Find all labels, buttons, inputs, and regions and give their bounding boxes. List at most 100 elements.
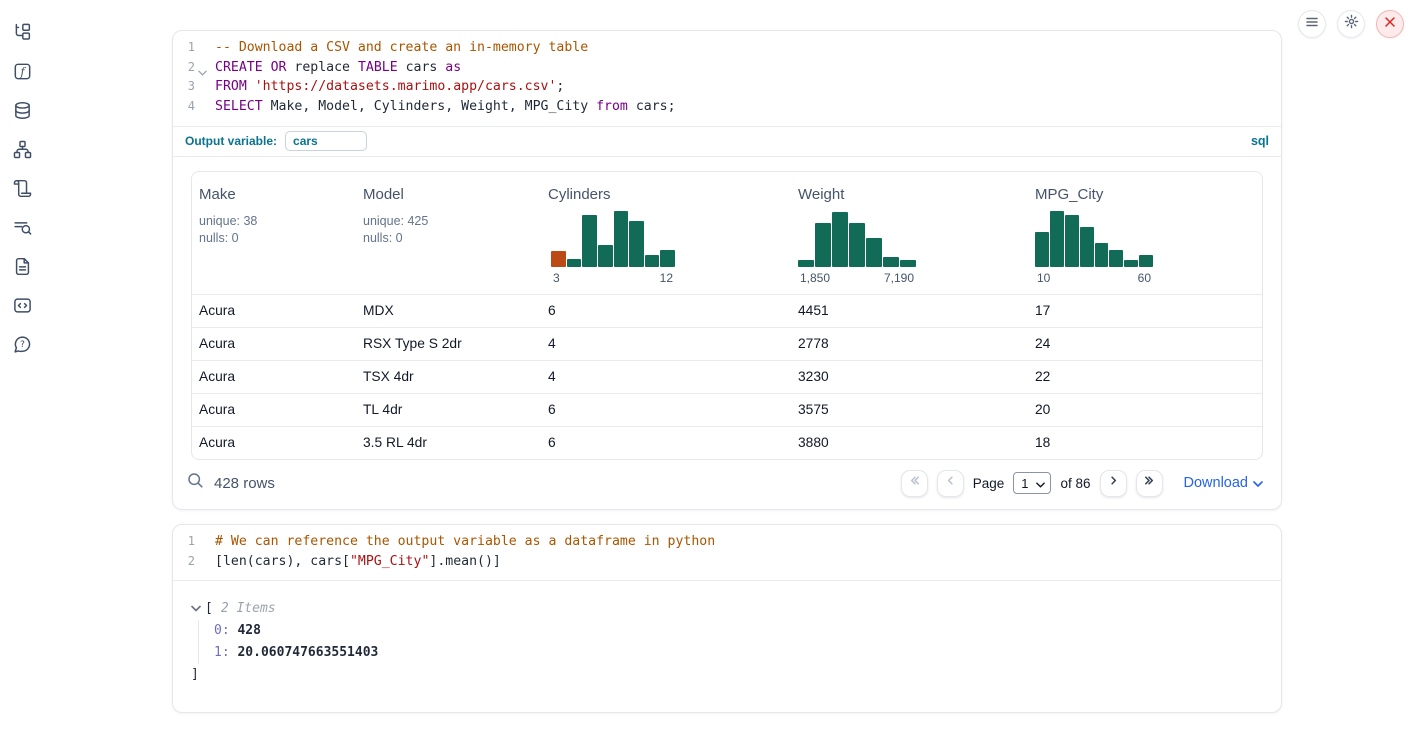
file-tree-icon[interactable] (11, 21, 33, 43)
close-icon (1384, 15, 1396, 33)
histogram-bar (614, 211, 629, 267)
table-cell: 18 (1028, 427, 1262, 459)
python-code-editor[interactable]: 1# We can reference the output variable … (173, 525, 1281, 581)
histogram-bar (1124, 260, 1138, 267)
scratchpad-icon[interactable] (11, 177, 33, 199)
table-row[interactable]: AcuraRSX Type S 2dr4277824 (192, 327, 1262, 360)
column-header-mpg-city[interactable]: MPG_City 10 60 (1028, 172, 1262, 285)
table-cell: Acura (192, 361, 356, 393)
tree-entry-key: 1: (214, 645, 230, 660)
data-table: Make unique: 38 nulls: 0 Model unique: 4… (191, 171, 1263, 460)
gear-icon (1344, 14, 1359, 34)
table-row[interactable]: AcuraTSX 4dr4323022 (192, 360, 1262, 393)
histogram-bar (900, 260, 916, 267)
help-icon[interactable]: ? (11, 333, 33, 355)
first-page-button[interactable] (901, 470, 928, 497)
histogram-bar (1080, 227, 1094, 267)
histogram-bar (660, 250, 675, 267)
histogram-bar (832, 212, 848, 267)
page-select-value: 1 (1021, 476, 1028, 491)
notebook: 1-- Download a CSV and create an in-memo… (172, 30, 1282, 727)
histogram-bar (551, 251, 566, 267)
tree-entry-key: 0: (214, 623, 230, 638)
table-search[interactable]: 428 rows (187, 472, 275, 494)
menu-button[interactable] (1298, 10, 1326, 38)
last-page-button[interactable] (1136, 470, 1163, 497)
tree-entry[interactable]: 1: 20.060747663551403 (214, 642, 1263, 664)
histogram-bar (866, 238, 882, 267)
column-header-model[interactable]: Model unique: 425 nulls: 0 (356, 172, 541, 285)
column-header-make[interactable]: Make unique: 38 nulls: 0 (192, 172, 356, 285)
svg-text:f: f (19, 65, 26, 78)
histogram-bar (645, 255, 660, 267)
logs-icon[interactable] (11, 216, 33, 238)
table-cell: 3230 (791, 361, 1028, 393)
table-row[interactable]: Acura3.5 RL 4dr6388018 (192, 426, 1262, 459)
sql-cell: 1-- Download a CSV and create an in-memo… (172, 30, 1282, 510)
chevrons-right-icon (1143, 474, 1156, 492)
table-footer: 428 rows Page 1 of 86 (173, 460, 1281, 509)
tree-entry[interactable]: 0: 428 (214, 620, 1263, 642)
language-badge[interactable]: sql (1251, 134, 1269, 148)
page-select[interactable]: 1 (1013, 472, 1051, 494)
table-cell: TSX 4dr (356, 361, 541, 393)
mpg-city-histogram: 10 60 (1035, 211, 1153, 285)
table-cell: 6 (541, 295, 791, 327)
chevron-right-icon (1107, 474, 1120, 492)
tree-close-bracket: ] (191, 664, 1263, 686)
chevron-left-icon (944, 474, 957, 492)
code-line: 3FROM 'https://datasets.marimo.app/cars.… (173, 77, 1269, 97)
table-header: Make unique: 38 nulls: 0 Model unique: 4… (192, 172, 1262, 294)
dependencies-icon[interactable] (11, 138, 33, 160)
column-title: Make (199, 186, 356, 203)
chevron-down-icon (1036, 476, 1045, 491)
python-cell: 1# We can reference the output variable … (172, 524, 1282, 713)
prev-page-button[interactable] (937, 470, 964, 497)
page-total-label: of 86 (1060, 476, 1090, 491)
next-page-button[interactable] (1100, 470, 1127, 497)
table-cell: 4451 (791, 295, 1028, 327)
page-label: Page (973, 476, 1005, 491)
code-line: 4SELECT Make, Model, Cylinders, Weight, … (173, 97, 1269, 117)
helper-sidebar: f ? (0, 0, 44, 729)
row-count: 428 rows (214, 475, 275, 492)
code-line: 1# We can reference the output variable … (173, 532, 1269, 552)
search-icon (187, 472, 204, 494)
line-number: 2 (173, 552, 195, 572)
download-button[interactable]: Download (1184, 475, 1264, 491)
column-header-cylinders[interactable]: Cylinders 3 12 (541, 172, 791, 285)
table-row[interactable]: AcuraMDX6445117 (192, 294, 1262, 327)
topbar (1298, 10, 1404, 38)
close-button[interactable] (1376, 10, 1404, 38)
histogram-bar (1095, 243, 1109, 267)
histogram-bar (798, 260, 814, 267)
tree-entry-value: 428 (230, 623, 261, 638)
fold-chevron-icon[interactable] (198, 63, 207, 83)
histogram-bar (883, 257, 899, 267)
column-header-weight[interactable]: Weight 1,850 7,190 (791, 172, 1028, 285)
table-cell: 17 (1028, 295, 1262, 327)
output-variable-input[interactable] (285, 131, 367, 151)
sql-code-editor[interactable]: 1-- Download a CSV and create an in-memo… (173, 31, 1281, 127)
tree-entries: 0: 4281: 20.060747663551403 (198, 620, 1263, 664)
table-body: AcuraMDX6445117AcuraRSX Type S 2dr427782… (192, 294, 1262, 459)
snippets-icon[interactable] (11, 294, 33, 316)
table-row[interactable]: AcuraTL 4dr6357520 (192, 393, 1262, 426)
histogram-bar (815, 223, 831, 267)
table-cell: MDX (356, 295, 541, 327)
table-cell: 3.5 RL 4dr (356, 427, 541, 459)
column-title: Model (363, 186, 541, 203)
table-cell: Acura (192, 427, 356, 459)
settings-button[interactable] (1337, 10, 1365, 38)
datasources-icon[interactable] (11, 99, 33, 121)
table-cell: Acura (192, 295, 356, 327)
histogram-bar (1109, 250, 1123, 267)
histogram-bar (598, 245, 613, 267)
output-tree: [ 2 Items 0: 4281: 20.060747663551403 ] (173, 581, 1281, 712)
histogram-bar (567, 259, 582, 267)
line-number: 3 (173, 77, 195, 97)
documentation-icon[interactable] (11, 255, 33, 277)
functions-icon[interactable]: f (11, 60, 33, 82)
chevron-down-icon[interactable] (191, 598, 201, 620)
table-cell: 3880 (791, 427, 1028, 459)
